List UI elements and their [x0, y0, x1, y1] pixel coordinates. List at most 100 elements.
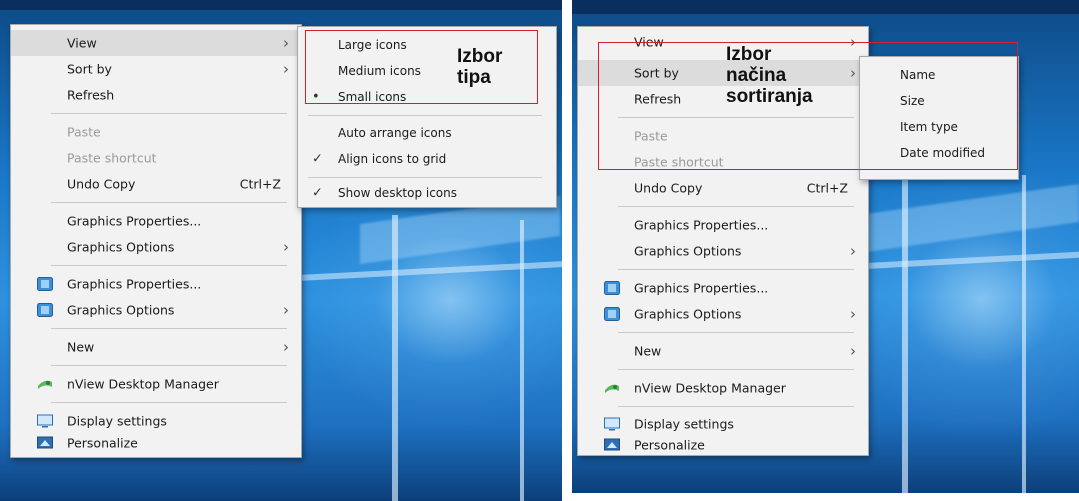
menu-item-graphics-options-label: Graphics Options [634, 243, 742, 259]
menu-item-display-settings-label: Display settings [67, 413, 167, 429]
menu-item-graphics-options[interactable]: Graphics Options › [11, 234, 301, 260]
menu-item-nview-label: nView Desktop Manager [634, 380, 786, 396]
submenu-separator [308, 177, 542, 178]
graphics-icon [37, 303, 53, 317]
undo-shortcut-text: Ctrl+Z [239, 176, 281, 192]
menu-item-paste-shortcut[interactable]: Paste shortcut [11, 145, 301, 171]
menu-item-graphics-options-2-label: Graphics Options [634, 306, 742, 322]
menu-separator [618, 269, 854, 270]
chevron-right-icon: › [283, 338, 289, 356]
menu-separator [51, 202, 287, 203]
window-pane-vertical-2 [520, 220, 524, 501]
annotation-line: tipa [457, 67, 491, 88]
menu-item-new-label: New [67, 339, 95, 355]
menu-item-graphics-properties-2[interactable]: Graphics Properties... [578, 275, 868, 301]
display-icon [37, 414, 53, 428]
menu-item-graphics-options-2-label: Graphics Options [67, 302, 175, 318]
menu-item-view-label: View [67, 35, 97, 51]
personalize-icon [37, 436, 53, 449]
checkmark-icon: ✓ [312, 151, 323, 167]
checkmark-icon: ✓ [312, 185, 323, 201]
right-screenshot: View › Sort by › Refresh Paste Paste sho… [572, 0, 1079, 493]
align-to-grid-label: Align icons to grid [338, 152, 447, 166]
menu-item-nview-label: nView Desktop Manager [67, 376, 219, 392]
menu-item-display-settings-label: Display settings [634, 416, 734, 432]
submenu-separator [308, 115, 542, 116]
menu-item-personalize-label: Personalize [67, 435, 138, 451]
menu-item-new-label: New [634, 343, 662, 359]
menu-item-refresh[interactable]: Refresh [11, 82, 301, 108]
graphics-icon [37, 277, 53, 291]
menu-item-undo-copy-label: Undo Copy [634, 180, 703, 196]
chevron-right-icon: › [850, 242, 856, 260]
menu-item-paste[interactable]: Paste [11, 119, 301, 145]
menu-item-sort-by[interactable]: Sort by › [11, 56, 301, 82]
auto-arrange-label: Auto arrange icons [338, 126, 452, 140]
menu-item-nview[interactable]: nView Desktop Manager [578, 375, 868, 401]
desktop-top-band [572, 0, 1079, 14]
menu-item-graphics-properties[interactable]: Graphics Properties... [578, 212, 868, 238]
menu-separator [618, 332, 854, 333]
menu-item-personalize[interactable]: Personalize [11, 430, 301, 456]
menu-separator [618, 406, 854, 407]
chevron-right-icon: › [283, 60, 289, 78]
menu-item-new[interactable]: New › [578, 338, 868, 364]
menu-item-personalize-label: Personalize [634, 437, 705, 453]
nview-icon [38, 380, 52, 389]
chevron-right-icon: › [850, 305, 856, 323]
menu-item-graphics-properties-label: Graphics Properties... [67, 213, 202, 229]
annotation-line: sortiranja [726, 86, 813, 107]
menu-item-undo-copy-label: Undo Copy [67, 176, 136, 192]
menu-item-graphics-properties[interactable]: Graphics Properties... [11, 208, 301, 234]
window-pane-vertical-2 [1022, 175, 1026, 493]
personalize-icon [604, 438, 620, 451]
window-pane-vertical [392, 215, 398, 501]
menu-item-graphics-properties-2-label: Graphics Properties... [67, 276, 202, 292]
submenu-item-align-to-grid[interactable]: ✓ Align icons to grid [298, 147, 556, 171]
submenu-item-show-desktop-icons[interactable]: ✓ Show desktop icons [298, 181, 556, 205]
menu-item-sort-by-label: Sort by [67, 61, 112, 77]
display-icon [604, 417, 620, 431]
menu-item-view[interactable]: View › [11, 30, 301, 56]
chevron-right-icon: › [283, 34, 289, 52]
chevron-right-icon: › [850, 342, 856, 360]
graphics-icon [604, 281, 620, 295]
left-screenshot: View › Sort by › Refresh Paste Paste sho… [0, 0, 562, 501]
menu-item-graphics-properties-2[interactable]: Graphics Properties... [11, 271, 301, 297]
menu-separator [51, 265, 287, 266]
context-menu: View › Sort by › Refresh Paste Paste sho… [10, 24, 302, 458]
menu-separator [618, 369, 854, 370]
window-pane-vertical [902, 175, 908, 493]
menu-item-nview[interactable]: nView Desktop Manager [11, 371, 301, 397]
graphics-icon [604, 307, 620, 321]
menu-item-refresh-label: Refresh [67, 87, 115, 103]
menu-item-graphics-options-2[interactable]: Graphics Options › [11, 297, 301, 323]
menu-separator [51, 402, 287, 403]
menu-separator [51, 365, 287, 366]
menu-item-paste-shortcut-label: Paste shortcut [67, 150, 157, 166]
annotation-line: Izbor [457, 46, 503, 67]
menu-item-graphics-options-label: Graphics Options [67, 239, 175, 255]
menu-separator [51, 113, 287, 114]
menu-separator [618, 206, 854, 207]
menu-item-undo-copy[interactable]: Undo Copy Ctrl+Z [11, 171, 301, 197]
annotation-text: Izbor tipa [457, 46, 502, 88]
submenu-item-auto-arrange[interactable]: Auto arrange icons [298, 121, 556, 145]
nview-icon [605, 384, 619, 393]
annotation-line: načina [726, 65, 787, 86]
menu-item-graphics-properties-label: Graphics Properties... [634, 217, 769, 233]
annotation-line: Izbor [726, 44, 772, 65]
menu-item-personalize[interactable]: Personalize [578, 432, 868, 458]
menu-item-undo-copy[interactable]: Undo Copy Ctrl+Z [578, 175, 868, 201]
menu-item-paste-label: Paste [67, 124, 101, 140]
annotation-box [305, 30, 538, 104]
undo-shortcut-text: Ctrl+Z [806, 180, 848, 196]
menu-item-graphics-options[interactable]: Graphics Options › [578, 238, 868, 264]
annotation-text: Izbor načina sortiranja [726, 44, 813, 107]
desktop-top-band [0, 0, 562, 10]
menu-item-graphics-options-2[interactable]: Graphics Options › [578, 301, 868, 327]
chevron-right-icon: › [283, 301, 289, 319]
menu-item-new[interactable]: New › [11, 334, 301, 360]
show-desktop-icons-label: Show desktop icons [338, 186, 458, 200]
chevron-right-icon: › [283, 238, 289, 256]
